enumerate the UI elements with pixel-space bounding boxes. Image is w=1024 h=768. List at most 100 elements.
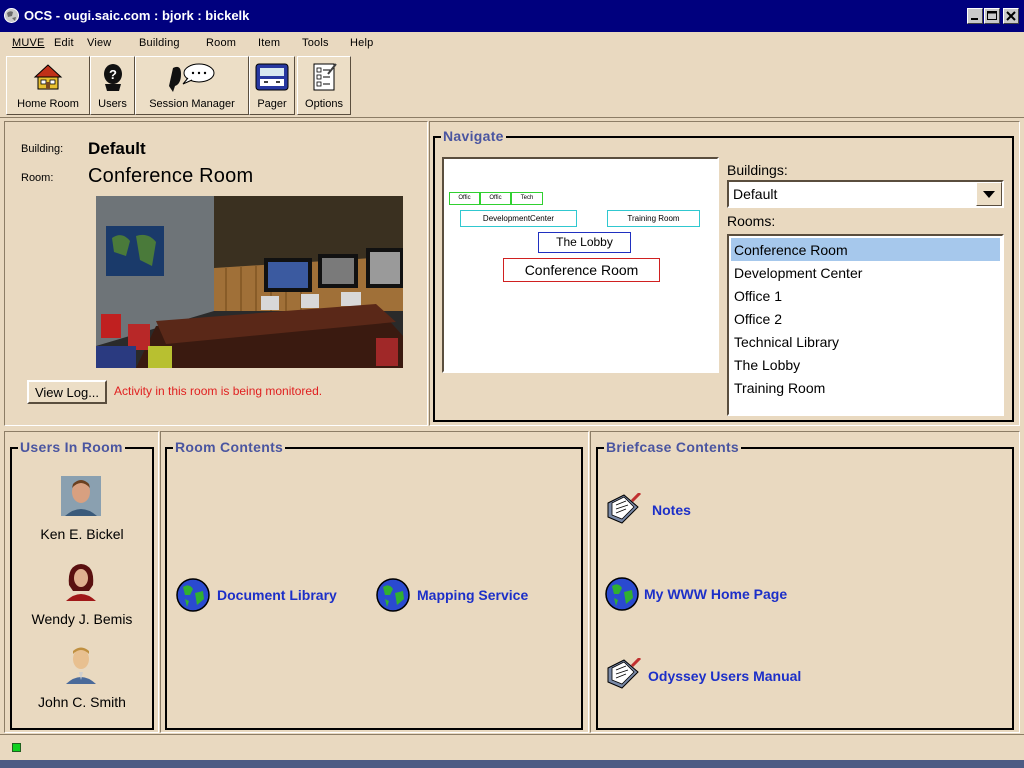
odyssey-users-manual-label: Odyssey Users Manual: [648, 668, 802, 684]
menu-view-label: View: [87, 37, 112, 49]
buildings-select[interactable]: Default: [727, 180, 1004, 208]
window-title: OCS - ougi.saic.com : bjork : bickelk: [24, 8, 250, 23]
minimize-button[interactable]: [967, 8, 983, 24]
menu-item[interactable]: Item: [258, 37, 280, 49]
rooms-list-item-office-2[interactable]: Office 2: [731, 307, 1000, 330]
users-in-room-title: Users In Room: [10, 439, 125, 455]
pager-label: Pager: [257, 98, 287, 110]
user-ken-bickel[interactable]: Ken E. Bickel: [14, 476, 150, 546]
rooms-list-item-training-room[interactable]: Training Room: [731, 376, 1000, 399]
user-name: Ken E. Bickel: [40, 526, 124, 542]
rooms-list-item-conference-room[interactable]: Conference Room: [731, 238, 1000, 261]
svg-text:?: ?: [109, 67, 117, 82]
map-room-office-2[interactable]: Offic: [480, 192, 511, 205]
menu-edit-label: Edit: [54, 37, 74, 49]
building-label: Building:: [21, 143, 64, 155]
rooms-list-item-technical-library[interactable]: Technical Library: [731, 330, 1000, 353]
pager-button[interactable]: Pager: [249, 56, 295, 115]
view-log-button[interactable]: View Log...: [27, 380, 107, 404]
odyssey-users-manual-link[interactable]: Odyssey Users Manual: [604, 658, 824, 694]
menu-help-label: Help: [350, 37, 374, 49]
notes-link[interactable]: Notes: [604, 493, 704, 529]
notes-label: Notes: [652, 502, 691, 518]
home-room-label: Home Room: [17, 98, 79, 110]
map-room-tech[interactable]: Tech: [511, 192, 543, 205]
menu-help[interactable]: Help: [350, 37, 373, 49]
map-room-development-center[interactable]: DevelopmentCenter: [460, 210, 577, 227]
options-button[interactable]: Options: [297, 56, 351, 115]
globe-icon: [176, 578, 210, 612]
menu-bar: MUVE Edit View Building Room Item Tools …: [0, 32, 1024, 54]
menu-tools-label: Tools: [302, 37, 329, 49]
map-room-development-center-label: DevelopmentCenter: [482, 214, 555, 223]
rooms-list[interactable]: Conference Room Development Center Offic…: [727, 234, 1004, 416]
menu-tools[interactable]: Tools: [302, 37, 329, 49]
navigate-title: Navigate: [433, 128, 506, 144]
menu-view[interactable]: View: [87, 37, 111, 49]
title-bar[interactable]: OCS - ougi.saic.com : bjork : bickelk: [0, 0, 1024, 32]
session-manager-button[interactable]: Session Manager: [135, 56, 249, 115]
rooms-list-item-office-1[interactable]: Office 1: [731, 284, 1000, 307]
map-room-office-2-label: Offic: [489, 195, 502, 201]
close-icon: [1006, 11, 1016, 21]
menu-building[interactable]: Building: [139, 37, 180, 49]
room-contents-title: Room Contents: [164, 439, 286, 455]
room-value: Conference Room: [88, 165, 254, 187]
rooms-list-item-label: Training Room: [734, 380, 826, 396]
maximize-button[interactable]: [984, 8, 1000, 24]
rooms-list-item-label: Office 1: [734, 288, 782, 304]
map-room-conference-room-label: Conference Room: [524, 262, 639, 278]
session-manager-label: Session Manager: [149, 98, 235, 110]
rooms-label: Rooms:: [727, 213, 776, 229]
room-label: Room:: [21, 172, 54, 184]
globe-icon: [376, 578, 410, 612]
pager-icon: [255, 63, 289, 91]
menu-item-label: Item: [258, 37, 281, 49]
menu-muve[interactable]: MUVE: [12, 37, 45, 49]
map-room-training-room[interactable]: Training Room: [607, 210, 700, 227]
connection-status-icon: [12, 743, 21, 752]
home-room-button[interactable]: Home Room: [6, 56, 90, 115]
user-john-smith[interactable]: John C. Smith: [14, 644, 150, 714]
map-room-tech-label: Tech: [520, 195, 534, 201]
users-label: Users: [98, 98, 127, 110]
ocs-window: OCS - ougi.saic.com : bjork : bickelk MU…: [0, 0, 1024, 768]
building-map[interactable]: Offic Offic Tech DevelopmentCenter Train…: [442, 157, 719, 373]
monitor-warning: Activity in this room is being monitored…: [114, 384, 323, 398]
user-wendy-bemis[interactable]: Wendy J. Bemis: [14, 561, 150, 631]
status-bar: [0, 734, 1024, 760]
map-room-office-1-label: Offic: [458, 195, 471, 201]
female-user-icon: [66, 564, 96, 601]
users-button[interactable]: ? Users: [90, 56, 135, 115]
rooms-list-item-label: Office 2: [734, 311, 782, 327]
user-name: Wendy J. Bemis: [31, 611, 133, 627]
user-help-icon: ?: [103, 64, 122, 91]
options-label: Options: [305, 98, 343, 110]
close-button[interactable]: [1003, 8, 1019, 24]
map-room-training-room-label: Training Room: [627, 214, 680, 223]
menu-muve-label: MUVE: [12, 37, 45, 49]
building-value: Default: [88, 139, 146, 158]
map-room-the-lobby[interactable]: The Lobby: [538, 232, 631, 253]
my-www-home-page-link[interactable]: My WWW Home Page: [604, 576, 804, 612]
globe-icon: [605, 577, 639, 611]
notepad-icon: [607, 493, 642, 524]
desktop-strip: [0, 760, 1024, 768]
minimize-icon: [971, 18, 978, 20]
map-room-conference-room[interactable]: Conference Room: [503, 258, 660, 282]
my-www-home-page-label: My WWW Home Page: [644, 586, 788, 602]
map-room-the-lobby-label: The Lobby: [556, 235, 613, 249]
menu-room-label: Room: [206, 37, 237, 49]
triangle-down-icon: [983, 191, 995, 198]
menu-edit[interactable]: Edit: [54, 37, 74, 49]
mapping-service-link[interactable]: Mapping Service: [375, 577, 540, 613]
checklist-icon: [313, 63, 337, 91]
menu-room[interactable]: Room: [206, 37, 236, 49]
document-library-link[interactable]: Document Library: [175, 577, 350, 613]
conference-room-image: [96, 196, 403, 368]
map-room-office-1[interactable]: Offic: [449, 192, 480, 205]
rooms-list-item-development-center[interactable]: Development Center: [731, 261, 1000, 284]
rooms-list-item-the-lobby[interactable]: The Lobby: [731, 353, 1000, 376]
buildings-select-arrow[interactable]: [976, 182, 1002, 206]
house-icon: [33, 64, 63, 90]
